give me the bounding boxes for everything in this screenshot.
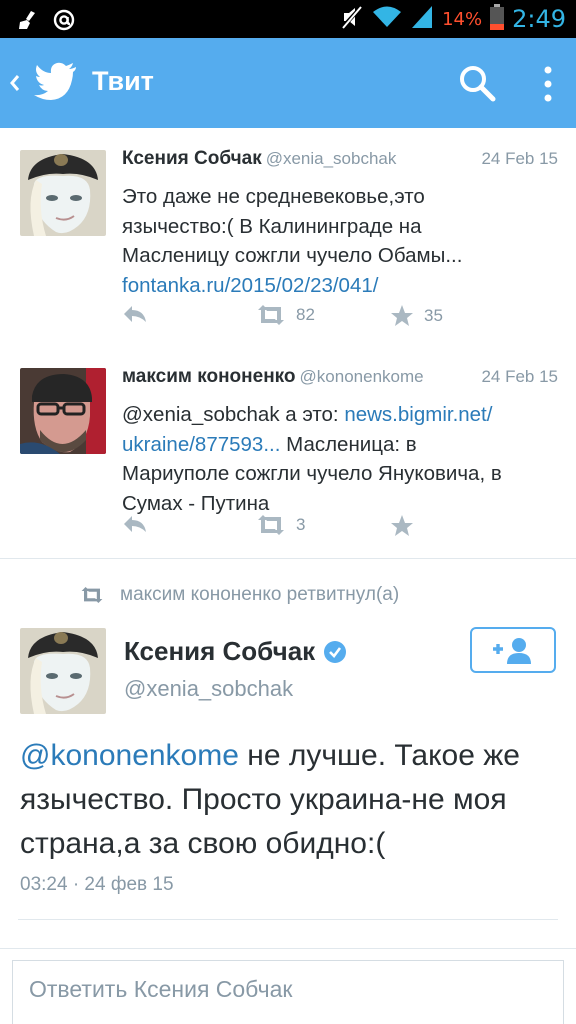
avatar[interactable] <box>20 628 106 714</box>
status-bar: 14% 2:49 <box>0 0 576 38</box>
tweet-link[interactable]: ukraine/877593... <box>122 433 280 456</box>
retweet-count: 82 <box>296 305 315 324</box>
tweet-text-line: язычество:( В Калининграде на <box>122 214 422 238</box>
avatar[interactable] <box>20 150 106 236</box>
divider <box>0 948 576 949</box>
tweet-text-suffix: Масленица: в <box>280 432 417 456</box>
tweet-text-line: Мариуполе сожгли чучело Януковича, в <box>122 462 502 486</box>
author-handle[interactable]: @xenia_sobchak <box>266 149 397 168</box>
retweet-button[interactable]: 3 <box>256 514 305 536</box>
favorite-count: 35 <box>424 306 443 325</box>
tweet-date: 24 Feb 15 <box>481 367 558 386</box>
tweet-actions: 82 35 <box>122 304 542 334</box>
wifi-icon <box>372 5 402 33</box>
divider <box>18 919 558 920</box>
retweet-icon <box>258 305 284 325</box>
tweet-text-line: Это даже не средневековье,это <box>122 185 425 208</box>
at-sign-icon <box>52 8 76 32</box>
chevron-left-icon[interactable] <box>8 68 22 98</box>
retweet-count: 3 <box>296 515 306 534</box>
tweet-text: Это даже не средневековье,это язычество:… <box>122 182 562 300</box>
broom-icon <box>16 8 40 32</box>
battery-percent: 14% <box>442 8 483 30</box>
verified-badge-icon <box>324 640 347 663</box>
follow-button[interactable] <box>470 627 556 673</box>
star-icon <box>391 515 413 536</box>
tweet-link[interactable]: fontanka.ru/2015/02/23/041/ <box>122 271 562 301</box>
retweet-icon <box>258 515 284 535</box>
author-name[interactable]: Ксения Собчак <box>124 636 315 667</box>
favorite-button[interactable] <box>390 514 414 538</box>
tweet-text: @xenia_sobchak а это: news.bigmir.net/ u… <box>122 400 562 518</box>
tweet-timestamp: 03:24 · 24 фев 15 <box>20 874 174 895</box>
retweet-icon <box>81 587 103 603</box>
search-icon[interactable] <box>458 64 496 102</box>
detail-author[interactable]: Ксения Собчак <box>124 636 347 667</box>
star-icon <box>391 305 413 326</box>
twitter-bird-icon[interactable] <box>34 62 78 102</box>
reply-box <box>12 960 564 1024</box>
author-name[interactable]: максим кононенко <box>122 366 296 387</box>
reply-button[interactable] <box>122 304 148 324</box>
signal-icon <box>410 4 434 34</box>
tweet-item[interactable]: Ксения Собчак @xenia_sobchak 24 Feb 15 Эт… <box>0 128 576 347</box>
tweet-date: 24 Feb 15 <box>481 149 558 168</box>
retweet-notice: максим кононенко ретвитнул(а) <box>80 580 399 610</box>
author-handle[interactable]: @xenia_sobchak <box>124 676 293 702</box>
add-user-icon <box>493 638 531 664</box>
reply-button[interactable] <box>122 514 148 534</box>
author-name[interactable]: Ксения Собчак <box>122 148 262 169</box>
reply-input[interactable] <box>27 963 551 1015</box>
tweet-actions: 3 <box>122 514 542 544</box>
reply-icon <box>124 306 146 322</box>
mute-icon <box>340 4 364 34</box>
tweet-text-prefix: @xenia_sobchak а это: <box>122 403 345 426</box>
retweet-notice-text[interactable]: максим кононенко ретвитнул(а) <box>120 584 399 606</box>
clock: 2:49 <box>512 5 566 33</box>
retweet-button[interactable]: 82 <box>256 304 315 326</box>
tweet-link[interactable]: news.bigmir.net/ <box>344 403 492 426</box>
mention-link[interactable]: @kononenkome <box>20 739 239 772</box>
tweet-text-line: Масленицу сожгли чучело Обамы... <box>122 244 463 268</box>
avatar[interactable] <box>20 368 106 454</box>
overflow-menu-icon[interactable] <box>538 64 558 104</box>
detail-tweet-text: @kononenkome не лучше. Такое же язычеств… <box>20 734 560 866</box>
tweet-item[interactable]: максим кононенко @kononenkome 24 Feb 15 @… <box>0 346 576 559</box>
author-handle[interactable]: @kononenkome <box>300 367 424 386</box>
page-title: Твит <box>92 66 154 96</box>
battery-icon <box>490 4 505 34</box>
reply-icon <box>124 516 146 532</box>
action-bar: Твит <box>0 38 576 128</box>
favorite-button[interactable]: 35 <box>390 304 443 328</box>
